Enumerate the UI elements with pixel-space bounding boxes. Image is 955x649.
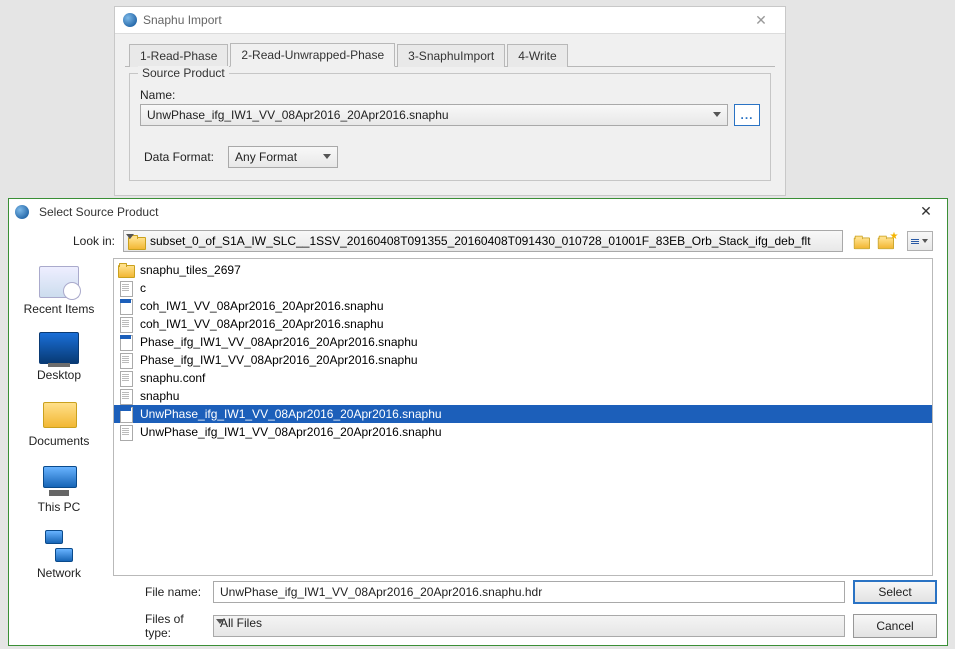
name-label: Name:: [140, 88, 760, 102]
tab-3-snaphuimport[interactable]: 3-SnaphuImport: [397, 44, 505, 67]
place-label: This PC: [38, 500, 81, 514]
window-title: Select Source Product: [35, 205, 911, 219]
recent-icon: [39, 266, 79, 298]
snaphu-import-window: Snaphu Import ✕ 1-Read-Phase2-Read-Unwra…: [114, 6, 786, 196]
place-label: Network: [37, 566, 81, 580]
app-icon: [123, 13, 137, 27]
place-pc[interactable]: This PC: [38, 464, 81, 514]
look-in-combo[interactable]: subset_0_of_S1A_IW_SLC__1SSV_20160408T09…: [123, 230, 843, 252]
file-name: coh_IW1_VV_08Apr2016_20Apr2016.snaphu: [140, 299, 384, 313]
place-label: Documents: [29, 434, 90, 448]
file-row[interactable]: coh_IW1_VV_08Apr2016_20Apr2016.snaphu: [114, 297, 932, 315]
place-desktop[interactable]: Desktop: [37, 332, 81, 382]
file-name: Phase_ifg_IW1_VV_08Apr2016_20Apr2016.sna…: [140, 353, 418, 367]
data-format-label: Data Format:: [144, 150, 214, 164]
file-list[interactable]: snaphu_tiles_2697c coh_IW1_VV_08Apr2016_2…: [113, 258, 933, 576]
chevron-down-icon: [711, 109, 723, 121]
name-combo[interactable]: UnwPhase_ifg_IW1_VV_08Apr2016_20Apr2016.…: [140, 104, 728, 126]
place-docs[interactable]: Documents: [29, 398, 90, 448]
place-net[interactable]: Network: [37, 530, 81, 580]
tab-4-write[interactable]: 4-Write: [507, 44, 567, 67]
pc-icon: [39, 464, 79, 496]
file-name: snaphu.conf: [140, 371, 205, 385]
data-format-combo[interactable]: Any Format: [228, 146, 338, 168]
select-button[interactable]: Select: [853, 580, 937, 604]
file-icon: [118, 281, 134, 295]
place-label: Recent Items: [24, 302, 95, 316]
file-icon: [118, 371, 134, 385]
tab-1-read-phase[interactable]: 1-Read-Phase: [129, 44, 228, 67]
file-row[interactable]: snaphu.conf: [114, 369, 932, 387]
file-icon: [118, 317, 134, 331]
file-icon: [118, 389, 134, 403]
files-of-type-value: All Files: [220, 616, 262, 630]
place-recent[interactable]: Recent Items: [24, 266, 95, 316]
file-row[interactable]: Phase_ifg_IW1_VV_08Apr2016_20Apr2016.sna…: [114, 351, 932, 369]
chevron-down-icon: [321, 151, 333, 163]
select-source-product-window: Select Source Product ✕ Look in: subset_…: [8, 198, 948, 646]
group-legend: Source Product: [138, 66, 229, 80]
file-row[interactable]: snaphu_tiles_2697: [114, 261, 932, 279]
net-icon: [39, 530, 79, 562]
close-icon[interactable]: ✕: [745, 13, 777, 27]
name-value: UnwPhase_ifg_IW1_VV_08Apr2016_20Apr2016.…: [147, 108, 449, 122]
file-name-input[interactable]: [213, 581, 845, 603]
files-of-type-combo[interactable]: All Files: [213, 615, 845, 637]
app-icon: [15, 205, 29, 219]
file-row[interactable]: coh_IW1_VV_08Apr2016_20Apr2016.snaphu: [114, 315, 932, 333]
close-icon[interactable]: ✕: [911, 203, 941, 220]
tab-bar: 1-Read-Phase2-Read-Unwrapped-Phase3-Snap…: [125, 42, 775, 67]
window-title: Snaphu Import: [143, 13, 745, 27]
places-bar: Recent ItemsDesktopDocumentsThis PCNetwo…: [9, 256, 109, 576]
look-in-label: Look in:: [23, 234, 115, 248]
files-of-type-label: Files of type:: [127, 612, 205, 640]
file-name: UnwPhase_ifg_IW1_VV_08Apr2016_20Apr2016.…: [140, 425, 442, 439]
new-folder-button[interactable]: ★: [879, 231, 899, 251]
up-one-level-button[interactable]: [851, 231, 871, 251]
docs-icon: [39, 398, 79, 430]
file-row[interactable]: snaphu: [114, 387, 932, 405]
file-icon: [118, 299, 134, 313]
tab-2-read-unwrapped-phase[interactable]: 2-Read-Unwrapped-Phase: [230, 43, 395, 67]
file-name-label: File name:: [127, 585, 205, 599]
browse-button[interactable]: ...: [734, 104, 760, 126]
data-format-value: Any Format: [235, 150, 297, 164]
file-icon: [118, 353, 134, 367]
file-name: c: [140, 281, 146, 295]
list-icon: [911, 238, 919, 245]
view-mode-button[interactable]: [907, 231, 933, 251]
cancel-button[interactable]: Cancel: [853, 614, 937, 638]
file-icon: [118, 335, 134, 349]
file-icon: [118, 407, 134, 421]
file-icon: [118, 425, 134, 439]
file-name: UnwPhase_ifg_IW1_VV_08Apr2016_20Apr2016.…: [140, 407, 442, 421]
folder-icon: [118, 263, 134, 277]
chevron-down-icon: [922, 238, 928, 244]
file-row[interactable]: UnwPhase_ifg_IW1_VV_08Apr2016_20Apr2016.…: [114, 405, 932, 423]
titlebar: Snaphu Import ✕: [115, 7, 785, 34]
file-row[interactable]: UnwPhase_ifg_IW1_VV_08Apr2016_20Apr2016.…: [114, 423, 932, 441]
source-product-group: Source Product Name: UnwPhase_ifg_IW1_VV…: [129, 73, 771, 181]
file-name: snaphu_tiles_2697: [140, 263, 241, 277]
place-label: Desktop: [37, 368, 81, 382]
titlebar: Select Source Product ✕: [9, 199, 947, 224]
file-row[interactable]: c: [114, 279, 932, 297]
look-in-value: subset_0_of_S1A_IW_SLC__1SSV_20160408T09…: [150, 234, 811, 248]
desktop-icon: [39, 332, 79, 364]
file-name: coh_IW1_VV_08Apr2016_20Apr2016.snaphu: [140, 317, 384, 331]
file-row[interactable]: Phase_ifg_IW1_VV_08Apr2016_20Apr2016.sna…: [114, 333, 932, 351]
file-name: Phase_ifg_IW1_VV_08Apr2016_20Apr2016.sna…: [140, 335, 418, 349]
file-name: snaphu: [140, 389, 179, 403]
